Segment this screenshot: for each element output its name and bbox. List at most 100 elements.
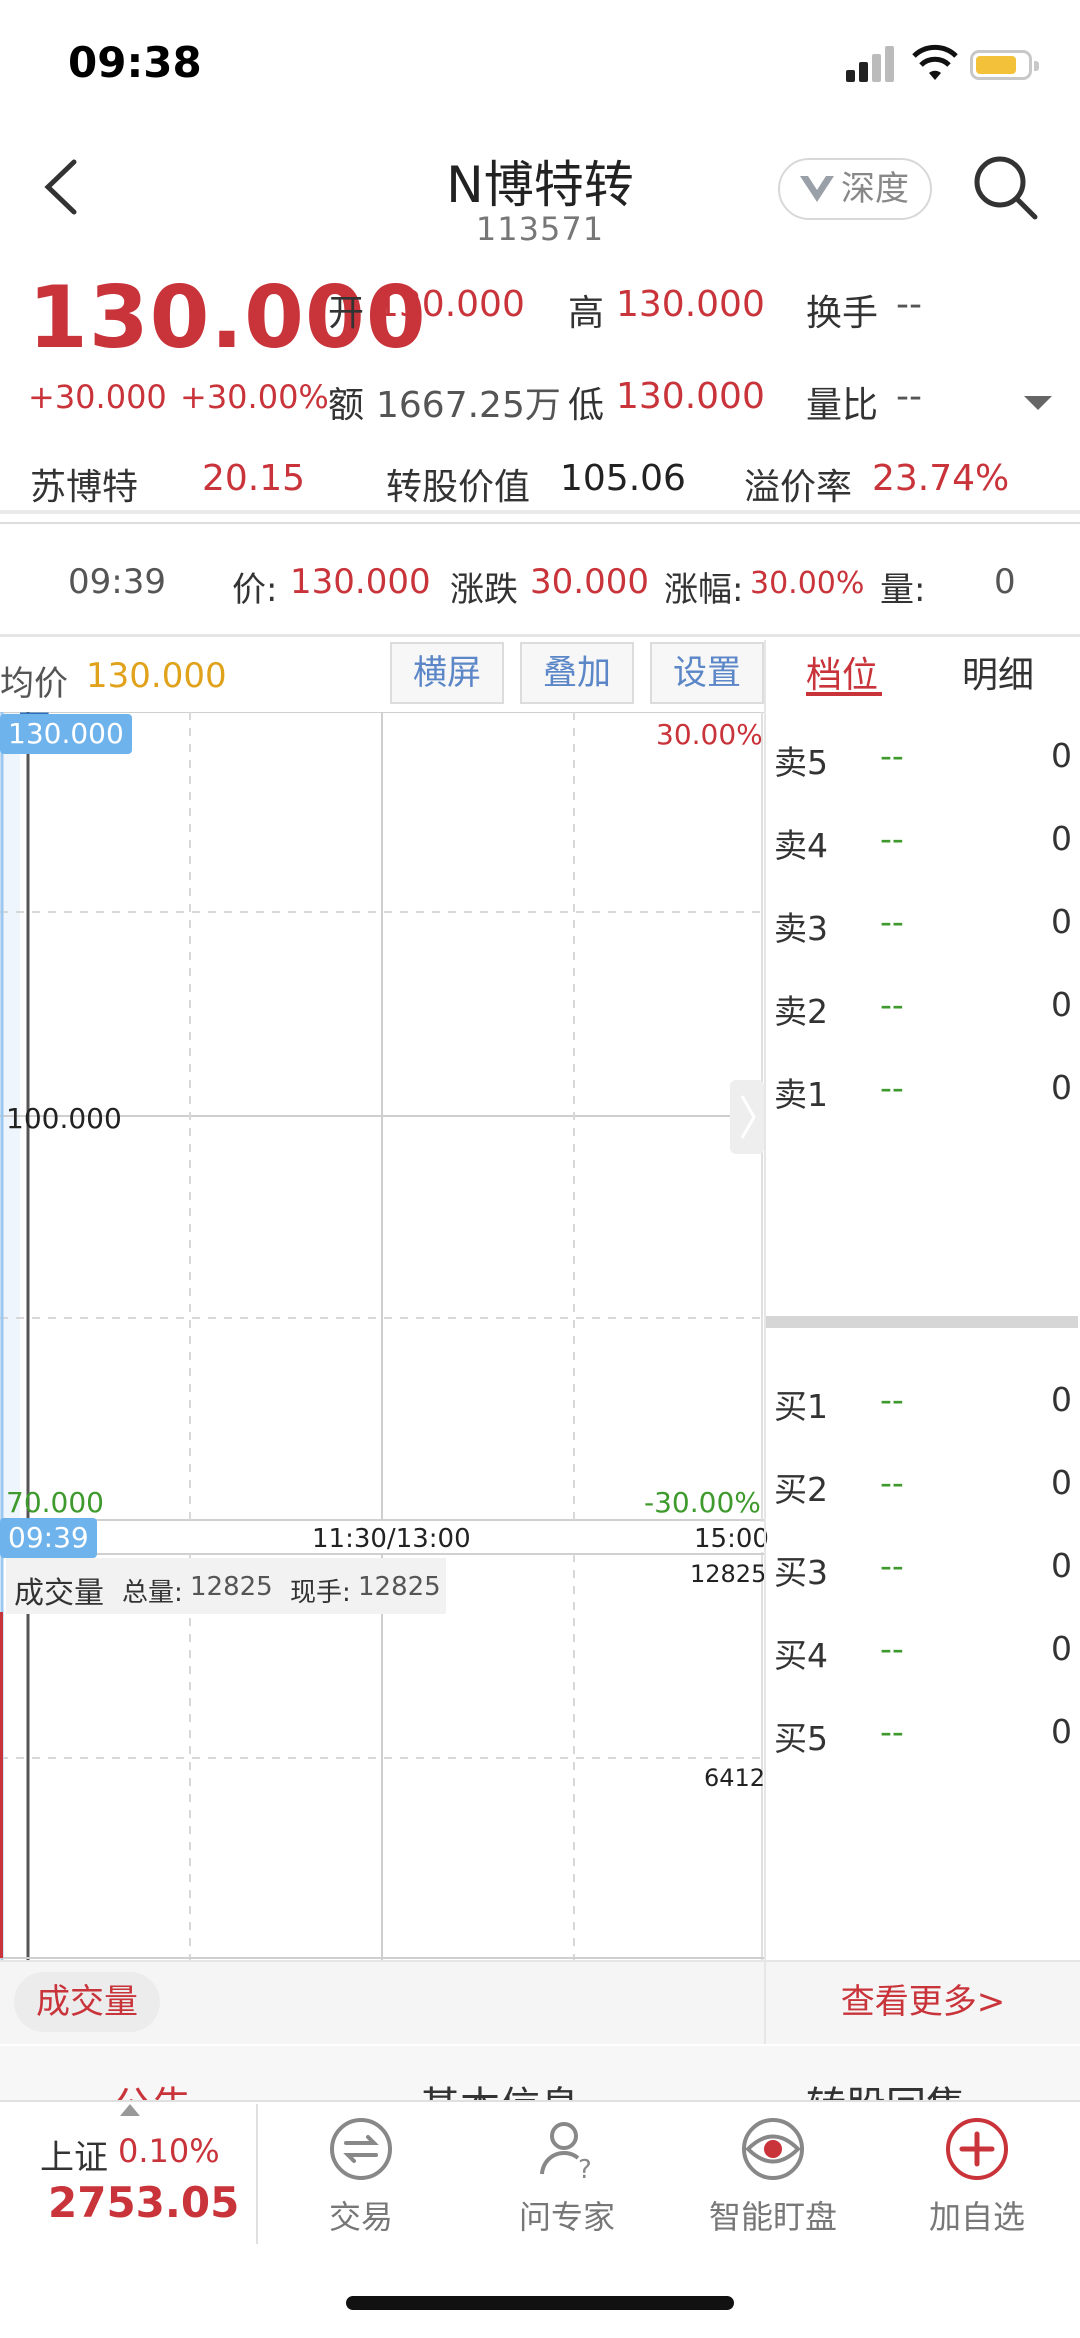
wifi-icon <box>912 44 958 80</box>
info-price-label: 价: <box>232 570 278 610</box>
avg-price-value: 130.000 <box>86 656 227 696</box>
volume-ratio-value: -- <box>896 376 922 417</box>
nav-ask-expert[interactable]: ? 问专家 <box>482 2116 652 2238</box>
underlying-stock-price: 20.15 <box>202 458 306 499</box>
buy-row[interactable]: 买1 -- 0 <box>774 1380 1074 1430</box>
sell-label: 卖2 <box>774 992 828 1031</box>
low-label: 低 <box>568 385 605 426</box>
sell-price: -- <box>880 1068 904 1107</box>
buy-row[interactable]: 买4 -- 0 <box>774 1629 1074 1679</box>
sell-label: 卖1 <box>774 1075 828 1114</box>
volume-bar <box>0 1612 3 1958</box>
add-circle-icon <box>946 2118 1008 2180</box>
sell-price: -- <box>880 819 904 858</box>
volume-max-label: 12825 <box>690 1560 767 1588</box>
svg-text:?: ? <box>578 2155 592 2182</box>
nav-trade[interactable]: 交易 <box>276 2116 446 2238</box>
home-indicator[interactable] <box>346 2296 734 2310</box>
depth-button[interactable]: 深度 <box>778 158 932 220</box>
buy-price: -- <box>880 1712 904 1751</box>
page-title: N博特转 <box>446 156 634 214</box>
index-name[interactable]: 上证 <box>40 2130 108 2179</box>
current-time-tag: 09:39 <box>0 1518 97 1558</box>
conversion-value-label: 转股价值 <box>386 467 531 508</box>
nav-smart-watch-label: 智能盯盘 <box>708 2198 837 2236</box>
tab-trade-details[interactable]: 明细 <box>962 646 1034 698</box>
active-tab-underline <box>806 692 882 696</box>
sell-price: -- <box>880 736 904 775</box>
overlay-button[interactable]: 叠加 <box>520 642 634 704</box>
buy-vol: 0 <box>1051 1463 1072 1502</box>
buy-row[interactable]: 买3 -- 0 <box>774 1546 1074 1596</box>
info-vol: 0 <box>994 562 1016 602</box>
nav-smart-watch[interactable]: 智能盯盘 <box>688 2116 858 2238</box>
premium-value: 23.74% <box>872 458 1010 499</box>
info-time: 09:39 <box>68 562 166 602</box>
info-price: 130.000 <box>290 562 431 602</box>
volume-current: 12825 <box>358 1572 441 1602</box>
sell-label: 卖5 <box>774 743 828 782</box>
buy-row[interactable]: 买5 -- 0 <box>774 1712 1074 1762</box>
nav-add-watchlist[interactable]: 加自选 <box>892 2116 1062 2238</box>
x-mid-label: 11:30/13:00 <box>312 1524 471 1554</box>
tab-conversion-putback[interactable]: 转股回售 <box>806 2074 966 2100</box>
buy-price: -- <box>880 1463 904 1502</box>
sell-vol: 0 <box>1051 819 1072 858</box>
tab-announcements[interactable]: 公告 <box>112 2074 192 2100</box>
tab-basic-info[interactable]: 基本信息 <box>420 2074 580 2100</box>
price-change-pct: +30.00% <box>180 378 329 416</box>
pct-bottom-label: -30.00% <box>644 1486 761 1519</box>
search-icon[interactable] <box>970 152 1040 222</box>
price-change: +30.000 <box>28 378 167 416</box>
turnover-value: -- <box>896 284 922 325</box>
view-more-button[interactable]: 查看更多> <box>764 1960 1080 2044</box>
info-vol-label: 量: <box>880 570 926 610</box>
open-value: 130.000 <box>376 284 525 325</box>
nav-ask-expert-label: 问专家 <box>518 2198 615 2236</box>
sell-row[interactable]: 卖2 -- 0 <box>774 985 1074 1035</box>
last-price: 130.000 <box>28 268 427 368</box>
landscape-button[interactable]: 横屏 <box>390 642 504 704</box>
order-book-separator <box>766 1316 1078 1328</box>
volume-info-box: 成交量 总量: 12825 现手: 12825 <box>6 1558 446 1614</box>
info-pct-label: 涨幅: <box>664 570 744 610</box>
sell-vol: 0 <box>1051 1068 1072 1107</box>
intraday-chart[interactable] <box>0 712 764 1960</box>
tab-order-levels[interactable]: 档位 <box>806 646 878 698</box>
buy-label: 买1 <box>774 1387 828 1426</box>
low-value: 130.000 <box>616 376 765 417</box>
buy-vol: 0 <box>1051 1380 1072 1419</box>
pct-top-label: 30.00% <box>656 718 763 751</box>
info-pct: 30.00% <box>750 566 865 601</box>
high-label: 高 <box>568 293 605 334</box>
volume-indicator-button[interactable]: 成交量 <box>14 1972 160 2032</box>
back-icon[interactable] <box>40 158 80 216</box>
sell-price: -- <box>880 902 904 941</box>
sell-row[interactable]: 卖4 -- 0 <box>774 819 1074 869</box>
buy-vol: 0 <box>1051 1712 1072 1751</box>
depth-v-icon <box>800 176 834 202</box>
index-expand-icon[interactable] <box>120 2104 140 2116</box>
open-label: 开 <box>328 293 365 334</box>
buy-label: 买2 <box>774 1470 828 1509</box>
expand-panel-handle[interactable] <box>730 1080 764 1154</box>
settings-button[interactable]: 设置 <box>650 642 764 704</box>
sell-row[interactable]: 卖1 -- 0 <box>774 1068 1074 1118</box>
sub-tabs: 公告 基本信息 转股回售 <box>0 2046 1080 2100</box>
status-time: 09:38 <box>68 38 202 87</box>
buy-price: -- <box>880 1380 904 1419</box>
sell-row[interactable]: 卖3 -- 0 <box>774 902 1074 952</box>
volume-mid-label: 6412 <box>704 1764 766 1792</box>
sell-vol: 0 <box>1051 985 1072 1024</box>
avg-price-label: 均价 <box>0 664 68 704</box>
sell-row[interactable]: 卖5 -- 0 <box>774 736 1074 786</box>
premium-label: 溢价率 <box>744 467 853 508</box>
index-change-pct: 0.10% <box>118 2132 220 2170</box>
expand-triangle-icon[interactable] <box>1024 396 1052 410</box>
price-mid-label: 100.000 <box>6 1102 122 1135</box>
nav-trade-label: 交易 <box>328 2198 393 2236</box>
buy-row[interactable]: 买2 -- 0 <box>774 1463 1074 1513</box>
sell-vol: 0 <box>1051 736 1072 775</box>
info-change: 30.000 <box>530 562 649 602</box>
eye-watch-icon <box>742 2118 804 2180</box>
